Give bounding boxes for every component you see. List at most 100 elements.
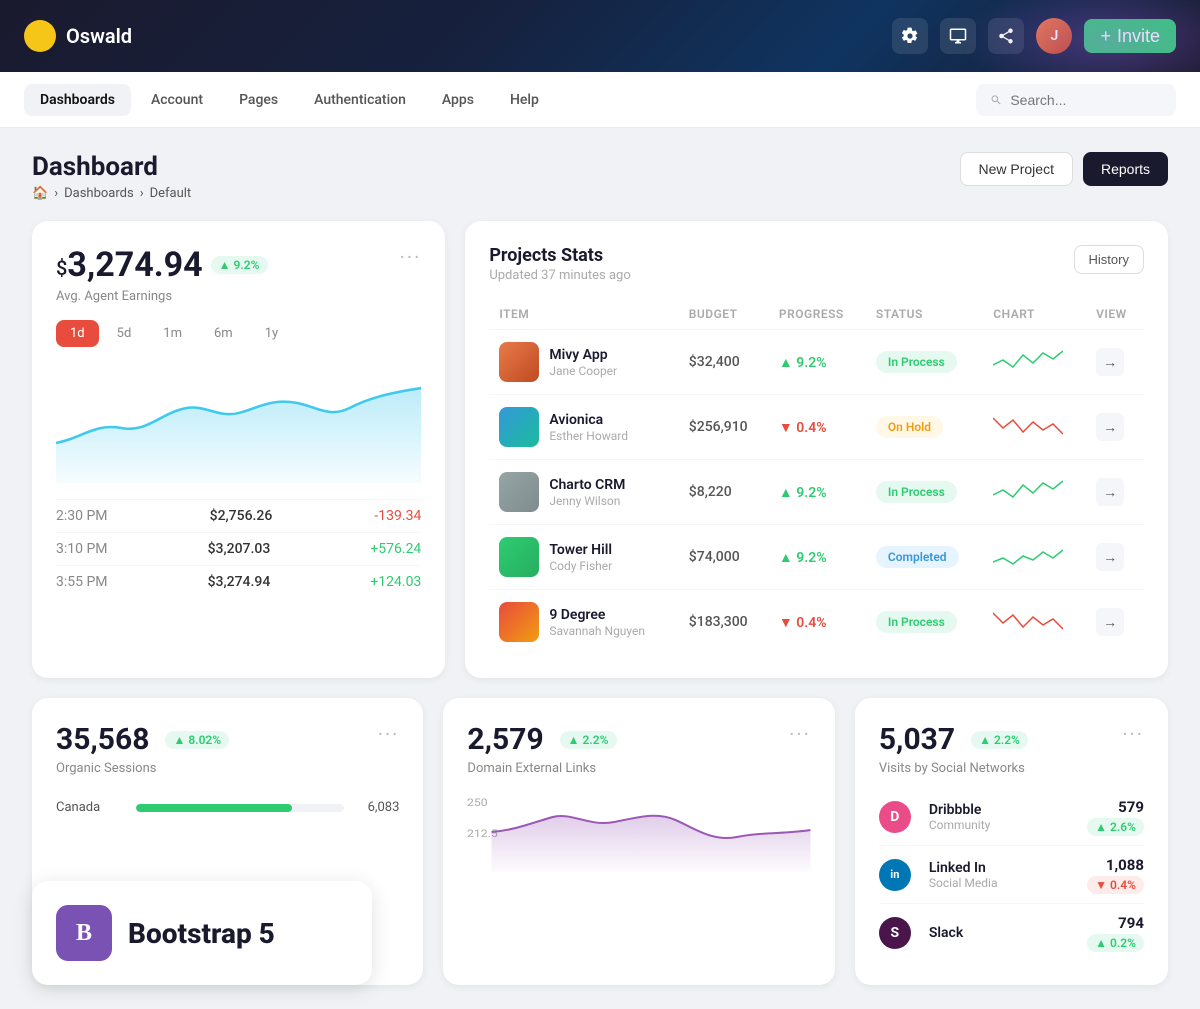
page-actions: New Project Reports bbox=[960, 152, 1169, 186]
search-input[interactable] bbox=[1010, 92, 1162, 108]
time-tab-1y[interactable]: 1y bbox=[251, 320, 292, 347]
monitor-icon[interactable] bbox=[940, 18, 976, 54]
proj-name-0: Mivy App bbox=[549, 347, 617, 363]
geo-row-0: Canada 6,083 bbox=[56, 796, 399, 819]
social-card: 5,037 ▲ 2.2% Visits by Social Networks ·… bbox=[855, 698, 1168, 985]
proj-status-4: In Process bbox=[876, 611, 957, 633]
dribbble-icon: D bbox=[879, 801, 911, 833]
breadcrumb-sep2: › bbox=[140, 186, 144, 201]
earnings-card: $ 3,274.94 ▲ 9.2% Avg. Agent Earnings ··… bbox=[32, 221, 445, 678]
new-project-button[interactable]: New Project bbox=[960, 152, 1073, 186]
proj-budget-2: $8,220 bbox=[679, 460, 769, 525]
invite-label: Invite bbox=[1117, 27, 1160, 45]
amount-0: $2,756.26 bbox=[210, 508, 273, 524]
proj-owner-4: Savannah Nguyen bbox=[549, 624, 645, 638]
topbar: Oswald J + Invite bbox=[0, 0, 1200, 72]
history-button[interactable]: History bbox=[1074, 245, 1144, 274]
page-header: Dashboard 🏠 › Dashboards › Default New P… bbox=[32, 152, 1168, 201]
time-tab-1d[interactable]: 1d bbox=[56, 320, 99, 347]
nav-authentication[interactable]: Authentication bbox=[298, 84, 422, 116]
avatar[interactable]: J bbox=[1036, 18, 1072, 54]
nav-apps[interactable]: Apps bbox=[426, 84, 490, 116]
projects-card: Projects Stats Updated 37 minutes ago Hi… bbox=[465, 221, 1168, 678]
time-tab-1m[interactable]: 1m bbox=[149, 320, 196, 347]
earnings-label: Avg. Agent Earnings bbox=[56, 289, 268, 304]
social-count-1: 1,088 bbox=[1079, 856, 1144, 874]
earnings-row-2: 3:55 PM $3,274.94 +124.03 bbox=[56, 565, 421, 598]
nav-pages[interactable]: Pages bbox=[223, 84, 294, 116]
social-number-row: 5,037 ▲ 2.2% bbox=[879, 722, 1028, 757]
proj-sparkline-3 bbox=[993, 540, 1063, 570]
proj-info-1: Avionica Esther Howard bbox=[549, 412, 628, 443]
bootstrap-overlay: B Bootstrap 5 bbox=[32, 881, 372, 985]
proj-go-1[interactable]: → bbox=[1096, 413, 1124, 441]
nav-help[interactable]: Help bbox=[494, 84, 555, 116]
nav-dashboards[interactable]: Dashboards bbox=[24, 84, 131, 116]
proj-name-4: 9 Degree bbox=[549, 607, 645, 623]
projects-header: Projects Stats Updated 37 minutes ago Hi… bbox=[489, 245, 1144, 283]
organic-card: 35,568 ▲ 8.02% Organic Sessions ··· Cana… bbox=[32, 698, 423, 985]
proj-info-2: Charto CRM Jenny Wilson bbox=[549, 477, 625, 508]
logo-text: Oswald bbox=[66, 24, 132, 48]
proj-budget-4: $183,300 bbox=[679, 590, 769, 655]
proj-go-0[interactable]: → bbox=[1096, 348, 1124, 376]
bottom-grid: 35,568 ▲ 8.02% Organic Sessions ··· Cana… bbox=[32, 698, 1168, 985]
domain-more-btn[interactable]: ··· bbox=[789, 722, 811, 746]
proj-go-2[interactable]: → bbox=[1096, 478, 1124, 506]
earnings-amount: 3,274.94 bbox=[67, 245, 202, 285]
col-budget: BUDGET bbox=[679, 299, 769, 330]
slack-icon: S bbox=[879, 917, 911, 949]
proj-go-3[interactable]: → bbox=[1096, 543, 1124, 571]
proj-progress-3: ▲ 9.2% bbox=[779, 550, 827, 566]
social-right-0: 579 ▲ 2.6% bbox=[1079, 798, 1144, 835]
proj-item-2: Charto CRM Jenny Wilson bbox=[499, 472, 668, 512]
proj-name-2: Charto CRM bbox=[549, 477, 625, 493]
table-row: Charto CRM Jenny Wilson $8,220 ▲ 9.2% In… bbox=[489, 460, 1144, 525]
proj-budget-3: $74,000 bbox=[679, 525, 769, 590]
social-badge: ▲ 2.2% bbox=[971, 731, 1028, 749]
earnings-amount-section: $ 3,274.94 ▲ 9.2% Avg. Agent Earnings bbox=[56, 245, 268, 304]
proj-budget-1: $256,910 bbox=[679, 395, 769, 460]
breadcrumb-dashboards[interactable]: Dashboards bbox=[64, 186, 134, 201]
geo-val-0: 6,083 bbox=[354, 800, 399, 815]
proj-owner-3: Cody Fisher bbox=[549, 559, 612, 573]
proj-owner-0: Jane Cooper bbox=[549, 364, 617, 378]
social-right-2: 794 ▲ 0.2% bbox=[1079, 914, 1144, 951]
proj-info-0: Mivy App Jane Cooper bbox=[549, 347, 617, 378]
earnings-chart bbox=[56, 363, 421, 483]
invite-button[interactable]: + Invite bbox=[1084, 19, 1176, 53]
geo-name-0: Canada bbox=[56, 800, 126, 815]
camera-icon[interactable] bbox=[892, 18, 928, 54]
time-tab-5d[interactable]: 5d bbox=[103, 320, 146, 347]
social-info-wrap-1: in Linked In Social Media bbox=[879, 859, 1079, 891]
col-view: VIEW bbox=[1086, 299, 1144, 330]
earnings-table: 2:30 PM $2,756.26 -139.34 3:10 PM $3,207… bbox=[56, 499, 421, 598]
social-row-2: S Slack 794 ▲ 0.2% bbox=[879, 904, 1144, 961]
social-stat-section: 5,037 ▲ 2.2% Visits by Social Networks bbox=[879, 722, 1028, 776]
earnings-row-1: 3:10 PM $3,207.03 +576.24 bbox=[56, 532, 421, 565]
organic-more-btn[interactable]: ··· bbox=[378, 722, 400, 746]
earnings-more-btn[interactable]: ··· bbox=[400, 245, 422, 269]
bootstrap-icon: B bbox=[56, 905, 112, 961]
time-tab-6m[interactable]: 6m bbox=[200, 320, 247, 347]
proj-item-3: Tower Hill Cody Fisher bbox=[499, 537, 668, 577]
currency-symbol: $ bbox=[56, 256, 67, 280]
projects-title: Projects Stats bbox=[489, 245, 630, 266]
proj-sparkline-1 bbox=[993, 410, 1063, 440]
share-icon[interactable] bbox=[988, 18, 1024, 54]
geo-bars: Canada 6,083 bbox=[56, 796, 399, 819]
breadcrumb: 🏠 › Dashboards › Default bbox=[32, 186, 191, 201]
nav-account[interactable]: Account bbox=[135, 84, 219, 116]
domain-number-row: 2,579 ▲ 2.2% bbox=[467, 722, 616, 757]
search-icon bbox=[990, 93, 1002, 107]
reports-button[interactable]: Reports bbox=[1083, 152, 1168, 186]
breadcrumb-default: Default bbox=[150, 186, 192, 201]
organic-number-row: 35,568 ▲ 8.02% bbox=[56, 722, 229, 757]
social-type-1: Social Media bbox=[929, 876, 1079, 890]
social-right-1: 1,088 ▼ 0.4% bbox=[1079, 856, 1144, 893]
proj-sparkline-4 bbox=[993, 605, 1063, 635]
proj-thumb-2 bbox=[499, 472, 539, 512]
proj-name-1: Avionica bbox=[549, 412, 628, 428]
social-more-btn[interactable]: ··· bbox=[1122, 722, 1144, 746]
proj-go-4[interactable]: → bbox=[1096, 608, 1124, 636]
